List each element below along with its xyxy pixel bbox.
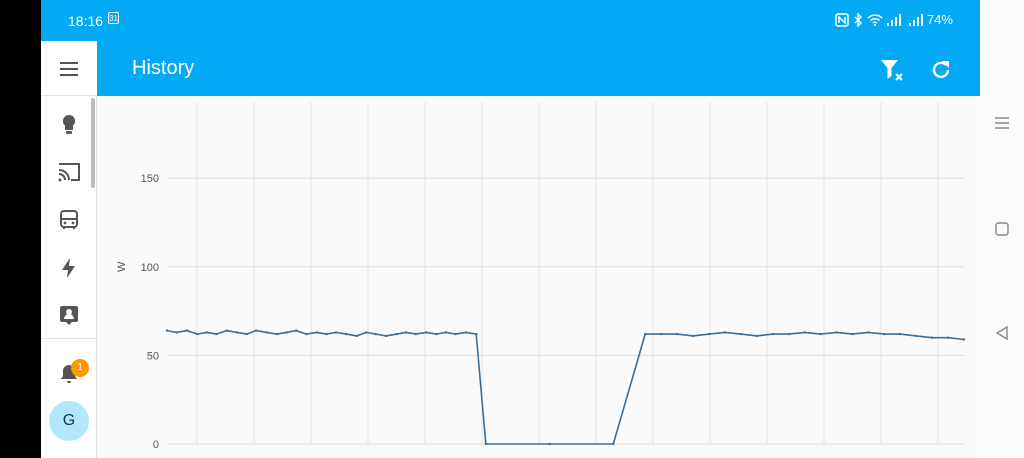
sidebar-divider (41, 338, 96, 339)
bus-icon[interactable] (57, 208, 81, 232)
data-point (691, 334, 695, 338)
data-point (915, 334, 918, 338)
data-point (787, 332, 790, 336)
data-point (355, 334, 358, 338)
data-point (475, 332, 478, 336)
data-point (454, 332, 457, 336)
data-point (659, 332, 663, 336)
data-point (285, 331, 288, 334)
data-point (205, 331, 208, 334)
data-point (675, 332, 679, 336)
data-point (255, 329, 258, 332)
data-point (739, 332, 742, 336)
back-icon[interactable] (992, 323, 1012, 343)
notification-badge: 1 (71, 359, 89, 377)
recents-icon[interactable] (992, 113, 1012, 133)
calendar-icon: 31 (108, 12, 119, 24)
data-point (196, 332, 199, 336)
signal-icon-2 (908, 13, 923, 26)
y-tick-label: 150 (141, 173, 159, 185)
data-point (404, 331, 408, 334)
data-point (265, 331, 268, 334)
data-point (235, 331, 239, 334)
history-content: 0 50 100 150 W (97, 96, 980, 458)
refresh-icon[interactable] (928, 57, 954, 83)
left-edge (0, 0, 41, 458)
sidebar-scrollbar[interactable] (91, 98, 95, 188)
data-point (819, 332, 822, 336)
data-point (484, 442, 487, 446)
data-point (723, 331, 727, 334)
data-point (185, 329, 189, 332)
data-point (755, 334, 758, 338)
status-indicators: 74% (835, 12, 953, 27)
wifi-icon (867, 14, 883, 26)
data-point (305, 332, 308, 336)
data-point (548, 442, 551, 446)
cast-icon[interactable] (57, 160, 81, 184)
data-point (165, 329, 169, 332)
y-axis-label: W (116, 261, 128, 272)
data-point (644, 332, 647, 336)
signal-icon (886, 13, 901, 26)
menu-cell (41, 41, 97, 96)
data-point (325, 332, 328, 336)
menu-icon[interactable] (58, 58, 80, 80)
data-point (374, 332, 377, 336)
status-bar: 18:16 31 74% (41, 0, 980, 41)
avatar[interactable]: G (49, 401, 89, 441)
data-point (771, 332, 774, 336)
data-point (612, 442, 615, 446)
data-point (275, 332, 279, 336)
data-point (435, 332, 438, 336)
data-point (424, 331, 428, 334)
data-point (175, 331, 178, 334)
data-point (883, 332, 886, 336)
data-point (851, 332, 854, 336)
account-box-icon[interactable] (57, 303, 81, 327)
series-line (166, 329, 965, 445)
data-point (707, 332, 711, 336)
bluetooth-icon (854, 12, 862, 27)
data-point (867, 331, 870, 334)
data-point (334, 331, 338, 334)
data-point (414, 332, 417, 336)
data-point (365, 331, 368, 334)
nfc-icon (835, 12, 849, 27)
battery-percent: 74% (926, 12, 953, 27)
data-point (464, 331, 468, 334)
sidebar: 1 G (41, 96, 97, 458)
data-point (385, 334, 388, 338)
data-point (835, 331, 838, 334)
data-point (294, 329, 298, 332)
data-point (946, 336, 950, 339)
data-point (215, 332, 218, 336)
y-tick-label: 100 (141, 262, 159, 274)
data-point (899, 332, 902, 336)
y-tick-label: 50 (147, 350, 159, 362)
data-point (245, 332, 248, 336)
data-point (930, 336, 934, 339)
home-icon[interactable] (992, 219, 1012, 239)
navigation-bar (980, 0, 1024, 458)
data-point (395, 332, 398, 336)
data-point (315, 331, 318, 334)
page-title: History (132, 57, 195, 79)
data-point (962, 338, 966, 341)
lightning-icon[interactable] (57, 256, 81, 280)
data-point (444, 331, 448, 334)
data-point (345, 332, 348, 336)
data-point (225, 329, 228, 332)
filter-remove-icon[interactable] (879, 57, 905, 83)
y-tick-label: 0 (153, 439, 159, 451)
data-point (803, 331, 806, 334)
app-bar: History (97, 41, 980, 96)
status-time: 18:16 (68, 13, 104, 29)
lightbulb-icon[interactable] (57, 113, 81, 137)
history-chart: 0 50 100 150 W (116, 102, 966, 451)
